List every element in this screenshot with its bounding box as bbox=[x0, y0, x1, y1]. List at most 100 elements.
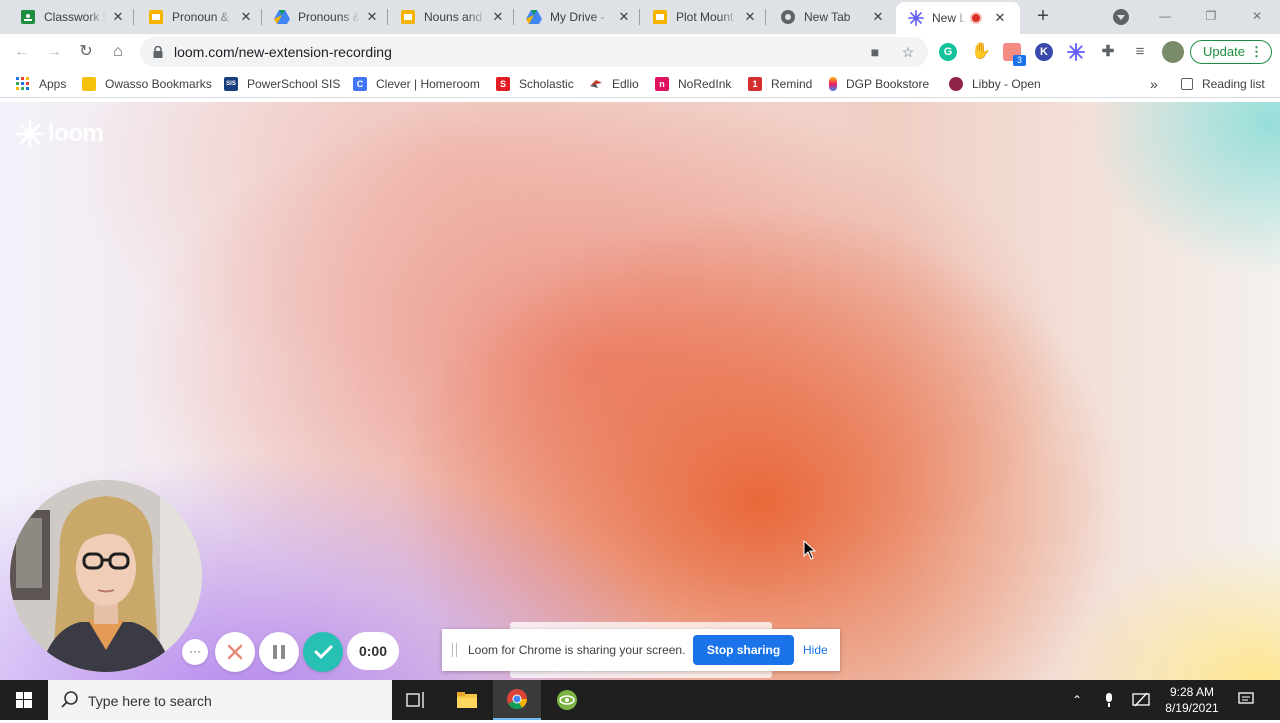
stop-sharing-button[interactable]: Stop sharing bbox=[693, 635, 794, 665]
tab-my-drive[interactable]: My Drive - ✕ bbox=[514, 0, 640, 34]
bookmark-label: Owasso Bookmarks bbox=[105, 77, 212, 91]
bookmark-scholastic[interactable]: S Scholastic bbox=[496, 75, 574, 93]
bookmark-clever[interactable]: C Clever | Homeroom bbox=[353, 75, 480, 93]
clock-date: 8/19/2021 bbox=[1165, 701, 1219, 715]
close-tab-icon[interactable]: ✕ bbox=[238, 9, 254, 25]
webcam-video-feed bbox=[10, 480, 202, 672]
close-tab-icon[interactable]: ✕ bbox=[616, 9, 632, 25]
close-tab-icon[interactable]: ✕ bbox=[870, 9, 886, 25]
new-tab-button[interactable]: + bbox=[1032, 6, 1054, 28]
start-button[interactable] bbox=[0, 680, 48, 720]
cancel-recording-button[interactable] bbox=[215, 632, 255, 672]
home-icon[interactable]: ⌂ bbox=[106, 40, 130, 64]
grammarly-icon[interactable]: G bbox=[939, 43, 957, 61]
bookmark-powerschool[interactable]: SIS PowerSchool SIS bbox=[224, 75, 340, 93]
task-view-icon[interactable] bbox=[392, 680, 440, 720]
chrome-taskbar-icon[interactable] bbox=[493, 680, 541, 720]
more-options-button[interactable]: ··· bbox=[182, 639, 208, 665]
browser-toolbar: ← → ↻ ⌂ loom.com/new-extension-recording… bbox=[0, 34, 1280, 70]
camera-icon[interactable]: ■ bbox=[867, 44, 883, 60]
bookmark-label: NoRedInk bbox=[678, 77, 732, 91]
tab-title: New Lo bbox=[932, 11, 966, 25]
taskbar-clock[interactable]: 9:28 AM 8/19/2021 bbox=[1156, 684, 1228, 716]
tab-nouns[interactable]: Nouns and ✕ bbox=[388, 0, 514, 34]
tab-title: Nouns and bbox=[424, 10, 483, 24]
media-queue-icon[interactable]: ≡ bbox=[1131, 43, 1149, 61]
google-drive-icon bbox=[274, 9, 290, 25]
noredink-icon: n bbox=[655, 77, 669, 91]
bookmark-label: DGP Bookstore bbox=[846, 77, 930, 91]
chrome-icon bbox=[780, 9, 796, 25]
close-tab-icon[interactable]: ✕ bbox=[742, 9, 758, 25]
reading-list-button[interactable]: Reading list bbox=[1181, 75, 1265, 93]
close-tab-icon[interactable]: ✕ bbox=[110, 9, 126, 25]
loom-logo-icon bbox=[16, 120, 44, 148]
tab-pronouns[interactable]: Pronouns & ✕ bbox=[262, 0, 388, 34]
checkmark-icon bbox=[314, 645, 333, 659]
hand-extension-icon[interactable]: ✋ bbox=[971, 43, 991, 61]
tab-search-icon[interactable] bbox=[1113, 9, 1129, 25]
show-hidden-icons-icon[interactable]: ⌃ bbox=[1069, 692, 1085, 708]
finish-recording-button[interactable] bbox=[303, 632, 343, 672]
screen-sharing-bar: Loom for Chrome is sharing your screen. … bbox=[442, 629, 840, 671]
camera-bubble[interactable] bbox=[10, 480, 202, 672]
update-button[interactable]: Update ⋮ bbox=[1190, 40, 1272, 64]
tab-title: My Drive - bbox=[550, 10, 605, 24]
close-tab-icon[interactable]: ✕ bbox=[992, 10, 1008, 26]
minimize-icon[interactable]: — bbox=[1153, 6, 1177, 26]
tab-title: Pronoun & bbox=[172, 10, 229, 24]
powerschool-icon: SIS bbox=[224, 77, 238, 91]
update-label: Update bbox=[1203, 44, 1245, 59]
tab-title: Classwork f bbox=[44, 10, 106, 24]
profile-avatar[interactable] bbox=[1162, 41, 1184, 63]
window-close-icon[interactable]: ✕ bbox=[1245, 6, 1269, 26]
notifications-icon[interactable] bbox=[1238, 692, 1254, 708]
bookmark-label: Edlio bbox=[612, 77, 639, 91]
bookmark-owasso[interactable]: Owasso Bookmarks bbox=[82, 75, 212, 93]
dgp-icon bbox=[829, 77, 837, 91]
bookmark-label: Scholastic bbox=[519, 77, 574, 91]
forward-arrow-icon[interactable]: → bbox=[42, 40, 66, 64]
app-eye-icon[interactable] bbox=[543, 680, 591, 720]
microphone-icon[interactable] bbox=[1101, 692, 1117, 708]
tab-new-tab[interactable]: New Tab ✕ bbox=[768, 0, 894, 34]
close-tab-icon[interactable]: ✕ bbox=[490, 9, 506, 25]
bookmark-dgp[interactable]: DGP Bookstore bbox=[829, 75, 929, 93]
more-bookmarks-icon[interactable]: » bbox=[1150, 75, 1158, 93]
bookmark-star-icon[interactable]: ☆ bbox=[900, 44, 916, 60]
sharing-message: Loom for Chrome is sharing your screen. bbox=[468, 643, 686, 657]
file-explorer-icon[interactable] bbox=[443, 680, 491, 720]
bookmark-remind[interactable]: 1 Remind bbox=[748, 75, 812, 93]
bookmark-edlio[interactable]: Edlio bbox=[589, 75, 639, 93]
network-icon[interactable] bbox=[1132, 692, 1150, 708]
tab-plot-mountain[interactable]: Plot Mount ✕ bbox=[640, 0, 766, 34]
tab-classwork[interactable]: Classwork f ✕ bbox=[8, 0, 134, 34]
puzzle-extensions-icon[interactable]: ✚ bbox=[1099, 43, 1117, 61]
libby-icon bbox=[949, 77, 963, 91]
bookmark-label: Clever | Homeroom bbox=[376, 77, 480, 91]
extension-badge: 3 bbox=[1013, 55, 1026, 66]
pause-recording-button[interactable] bbox=[259, 632, 299, 672]
bookmark-label: Apps bbox=[39, 77, 67, 91]
tab-strip: Classwork f ✕ Pronoun & ✕ Pronouns & ✕ N… bbox=[0, 0, 1280, 34]
hide-button[interactable]: Hide bbox=[803, 643, 828, 657]
back-arrow-icon[interactable]: ← bbox=[10, 40, 34, 64]
apps-grid-icon bbox=[16, 77, 30, 91]
bookmark-apps[interactable]: Apps bbox=[16, 75, 66, 93]
drag-handle-icon[interactable] bbox=[452, 643, 457, 657]
tab-pronoun[interactable]: Pronoun & ✕ bbox=[136, 0, 262, 34]
loom-icon bbox=[908, 10, 924, 26]
recording-timer: 0:00 bbox=[347, 632, 399, 670]
close-tab-icon[interactable]: ✕ bbox=[364, 9, 380, 25]
reload-icon[interactable]: ↻ bbox=[74, 40, 98, 64]
kami-icon[interactable]: K bbox=[1035, 43, 1053, 61]
restore-icon[interactable]: ❐ bbox=[1199, 6, 1223, 26]
taskbar-search-box[interactable]: Type here to search bbox=[48, 680, 392, 720]
bookmark-libby[interactable]: Libby - Open bbox=[949, 75, 1041, 93]
address-bar[interactable]: loom.com/new-extension-recording ■ ☆ bbox=[140, 37, 928, 67]
bookmark-noredink[interactable]: n NoRedInk bbox=[655, 75, 731, 93]
tab-new-loom[interactable]: New Lo ✕ bbox=[896, 2, 1020, 34]
loom-extension-icon[interactable] bbox=[1067, 43, 1085, 61]
tab-separator bbox=[133, 9, 134, 25]
google-slides-icon bbox=[652, 9, 668, 25]
